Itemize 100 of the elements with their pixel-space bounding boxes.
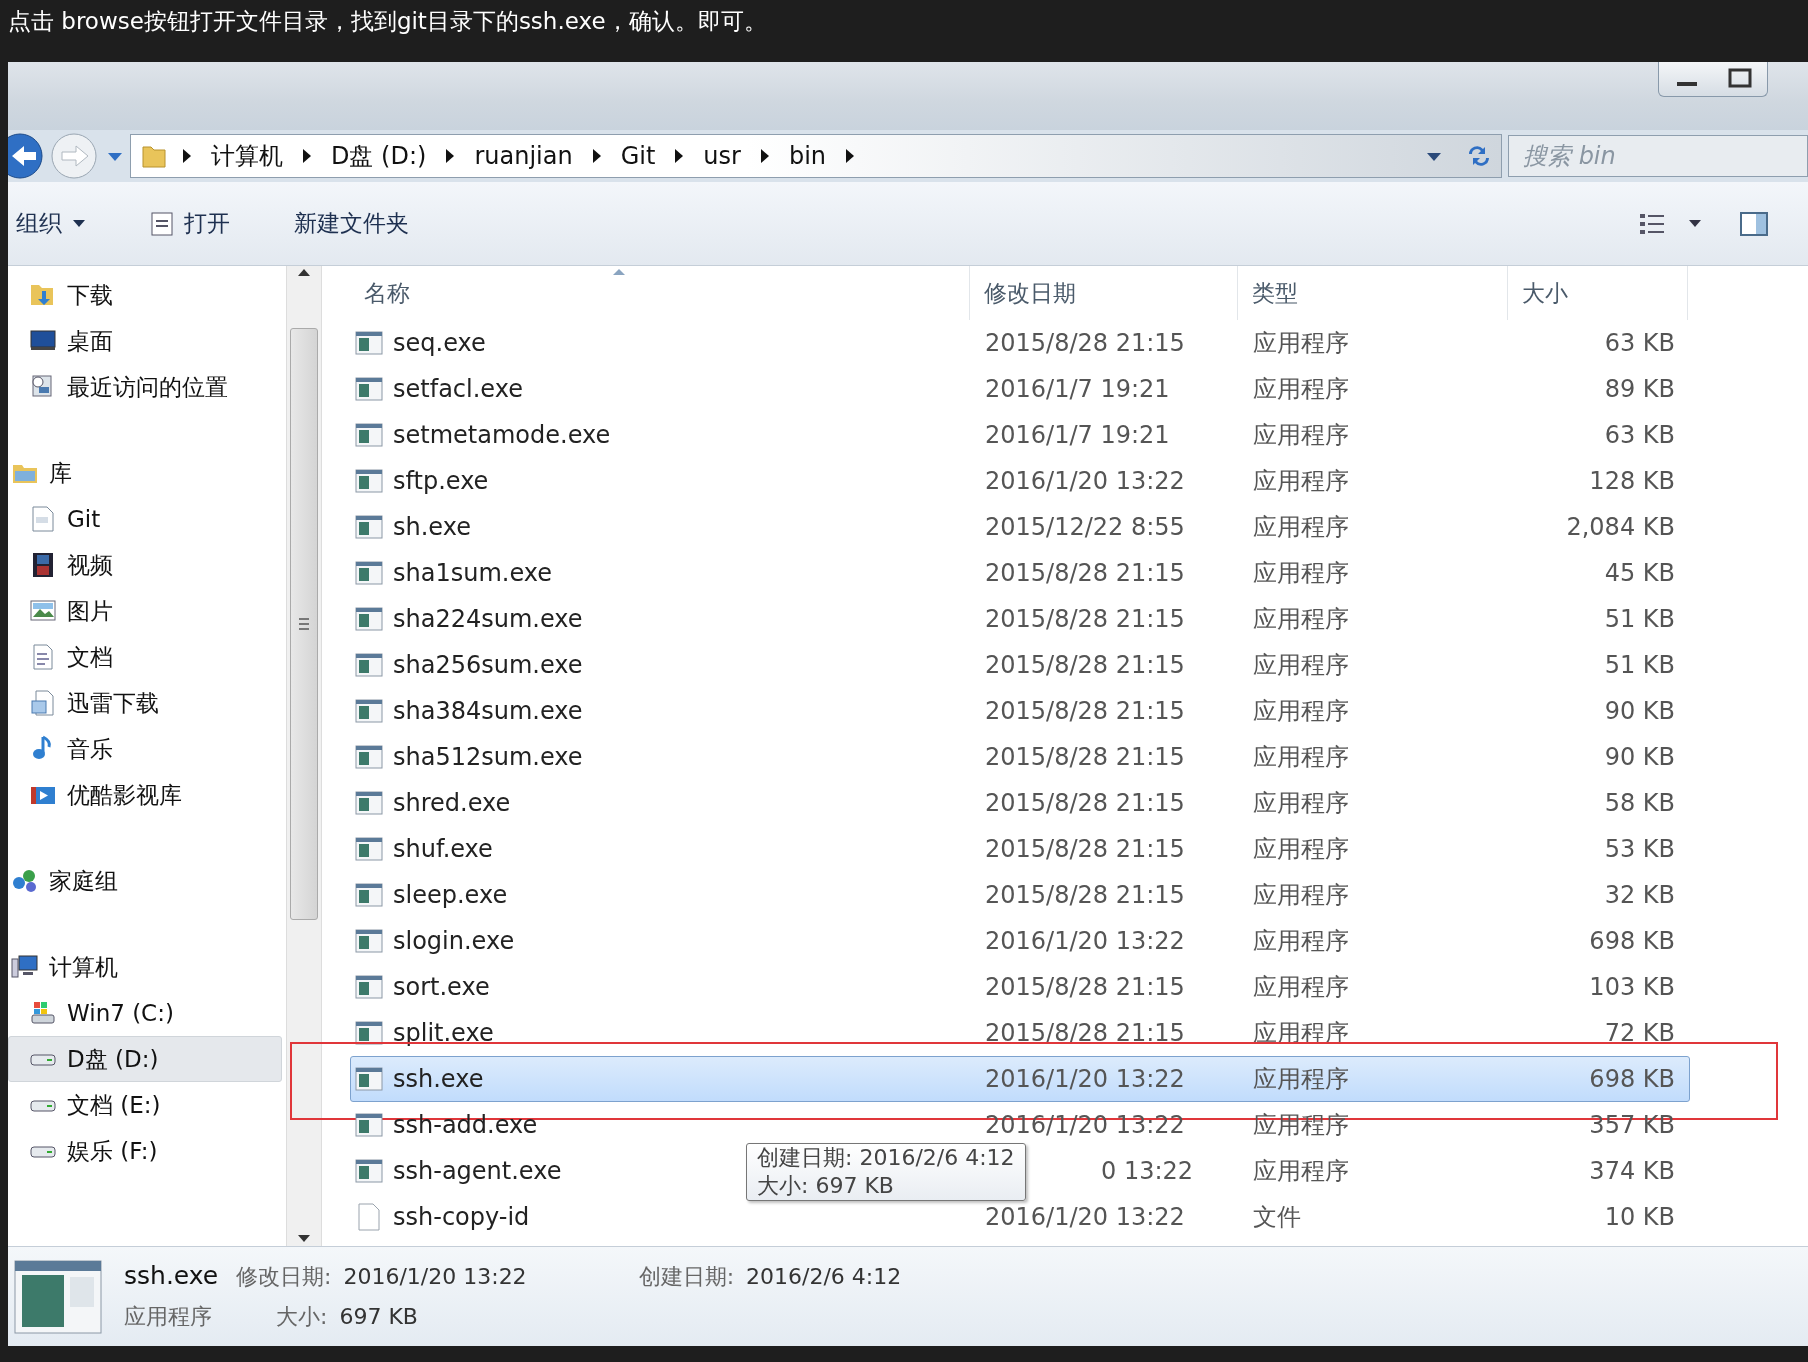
- file-name[interactable]: shred.exe: [393, 789, 511, 817]
- file-type: 应用程序: [1252, 420, 1350, 451]
- column-header[interactable]: 修改日期: [970, 266, 1238, 320]
- column-header[interactable]: 类型: [1238, 266, 1508, 320]
- file-date: 2016/1/20 13:22: [985, 927, 1185, 955]
- file-name[interactable]: seq.exe: [393, 329, 486, 357]
- scrollbar[interactable]: [286, 266, 322, 1246]
- file-name[interactable]: sha256sum.exe: [393, 651, 583, 679]
- exe-file-icon: [355, 1066, 383, 1092]
- exe-file-icon: [355, 882, 383, 908]
- sidebar-item[interactable]: 图片: [8, 588, 282, 634]
- file-name[interactable]: ssh-agent.exe: [393, 1157, 562, 1185]
- file-name[interactable]: ssh-copy-id: [393, 1203, 530, 1231]
- chevron-icon: [181, 148, 193, 164]
- file-type: 应用程序: [1252, 788, 1350, 819]
- caret-icon: [72, 219, 86, 228]
- search-field[interactable]: 搜索 bin: [1508, 135, 1808, 177]
- scrollbar-thumb[interactable]: [290, 328, 318, 920]
- exe-file-icon: [355, 790, 383, 816]
- column-header[interactable]: 大小: [1508, 266, 1688, 320]
- sidebar-item[interactable]: 计算机: [8, 944, 282, 990]
- sidebar-item[interactable]: 库: [8, 450, 282, 496]
- file-name[interactable]: shuf.exe: [393, 835, 493, 863]
- breadcrumb[interactable]: usr: [699, 142, 745, 170]
- file-date: 2015/8/28 21:15: [985, 743, 1185, 771]
- file-type: 文件: [1252, 1202, 1302, 1233]
- exe-file-icon: [355, 1158, 383, 1184]
- caption-text: 点击 browse按钮打开文件目录，找到git目录下的ssh.exe，确认。即可。: [8, 8, 767, 34]
- file-name[interactable]: ssh.exe: [393, 1065, 484, 1093]
- caret-icon[interactable]: [1688, 219, 1702, 228]
- sidebar-item[interactable]: Git: [8, 496, 282, 542]
- file-size: 90 KB: [1603, 743, 1676, 771]
- back-icon[interactable]: [8, 132, 44, 180]
- file-date: 2015/8/28 21:15: [985, 1019, 1185, 1047]
- chevron-icon: [758, 148, 771, 164]
- file-name[interactable]: sleep.exe: [393, 881, 508, 909]
- view-options-icon[interactable]: [1638, 211, 1666, 236]
- file-date: 2015/8/28 21:15: [985, 559, 1185, 587]
- breadcrumb[interactable]: 计算机: [207, 140, 287, 172]
- file-row[interactable]: ssh.exe 2016/1/20 13:22 应用程序 698 KB: [350, 1056, 1690, 1102]
- sidebar-item[interactable]: 娱乐 (F:): [8, 1128, 282, 1174]
- sidebar-item[interactable]: 音乐: [8, 726, 282, 772]
- file-name[interactable]: sort.exe: [393, 973, 490, 1001]
- file-type: 应用程序: [1252, 834, 1350, 865]
- file-name[interactable]: split.exe: [393, 1019, 494, 1047]
- file-name[interactable]: setfacl.exe: [393, 375, 523, 403]
- preview-pane-icon[interactable]: [1740, 211, 1768, 236]
- exe-file-icon: [355, 1112, 383, 1138]
- file-name[interactable]: sha512sum.exe: [393, 743, 583, 771]
- file-type: 应用程序: [1252, 466, 1350, 497]
- toolbar-button[interactable]: 打开: [142, 202, 238, 245]
- sidebar-item[interactable]: 视频: [8, 542, 282, 588]
- exe-file-icon: [355, 468, 383, 494]
- sidebar-item[interactable]: Win7 (C:): [8, 990, 282, 1036]
- breadcrumb[interactable]: bin: [784, 142, 831, 170]
- sidebar-item[interactable]: 优酷影视库: [8, 772, 282, 818]
- file-name[interactable]: sh.exe: [393, 513, 471, 541]
- file-name[interactable]: sha224sum.exe: [393, 605, 583, 633]
- file-name[interactable]: sha1sum.exe: [393, 559, 552, 587]
- sidebar-item[interactable]: 迅雷下载: [8, 680, 282, 726]
- toolbar-button[interactable]: 组织: [8, 202, 94, 245]
- chevron-icon: [590, 148, 603, 164]
- file-size: 63 KB: [1603, 329, 1676, 357]
- file-date: 2015/8/28 21:15: [985, 651, 1185, 679]
- exe-file-icon: [355, 974, 383, 1000]
- breadcrumb[interactable]: D盘 (D:): [327, 140, 431, 172]
- file-size: 2,084 KB: [1565, 513, 1676, 541]
- file-date: 2016/1/7 19:21: [985, 421, 1170, 449]
- sort-icon: [612, 268, 626, 276]
- field-label: 修改日期:: [236, 1263, 332, 1291]
- file-type: 应用程序: [1252, 926, 1350, 957]
- file-name[interactable]: sftp.exe: [393, 467, 489, 495]
- breadcrumb[interactable]: Git: [616, 142, 660, 170]
- exe-file-icon: [355, 376, 383, 402]
- file-size: 72 KB: [1603, 1019, 1676, 1047]
- breadcrumb[interactable]: ruanjian: [470, 142, 577, 170]
- file-type: 应用程序: [1252, 972, 1350, 1003]
- file-date: 2015/8/28 21:15: [985, 697, 1185, 725]
- file-name[interactable]: ssh-add.exe: [393, 1111, 538, 1139]
- file-type: 应用程序: [1252, 558, 1350, 589]
- file-type: 应用程序: [1252, 1064, 1350, 1095]
- exe-file-icon: [355, 330, 383, 356]
- file-name[interactable]: slogin.exe: [393, 927, 515, 955]
- file-name[interactable]: sha384sum.exe: [393, 697, 583, 725]
- sidebar-item[interactable]: 文档 (E:): [8, 1082, 282, 1128]
- sidebar-item[interactable]: 最近访问的位置: [8, 364, 282, 410]
- sidebar-item[interactable]: 家庭组: [8, 858, 282, 904]
- sidebar-item[interactable]: 桌面: [8, 318, 282, 364]
- address-field[interactable]: 计算机 D盘 (D:) ruanjian Git usr bin: [130, 134, 1502, 178]
- toolbar-button[interactable]: 新建文件夹: [286, 202, 417, 245]
- exe-file-icon: [355, 652, 383, 678]
- sidebar-item[interactable]: 文档: [8, 634, 282, 680]
- file-name: ssh.exe: [124, 1261, 220, 1290]
- file-size: 90 KB: [1603, 697, 1676, 725]
- sidebar-item[interactable]: D盘 (D:): [8, 1036, 282, 1082]
- exe-file-icon: [355, 698, 383, 724]
- sidebar-item[interactable]: 下载: [8, 272, 282, 318]
- file-size: 374 KB: [1588, 1157, 1676, 1185]
- file-name[interactable]: setmetamode.exe: [393, 421, 611, 449]
- file-date: 2015/8/28 21:15: [985, 973, 1185, 1001]
